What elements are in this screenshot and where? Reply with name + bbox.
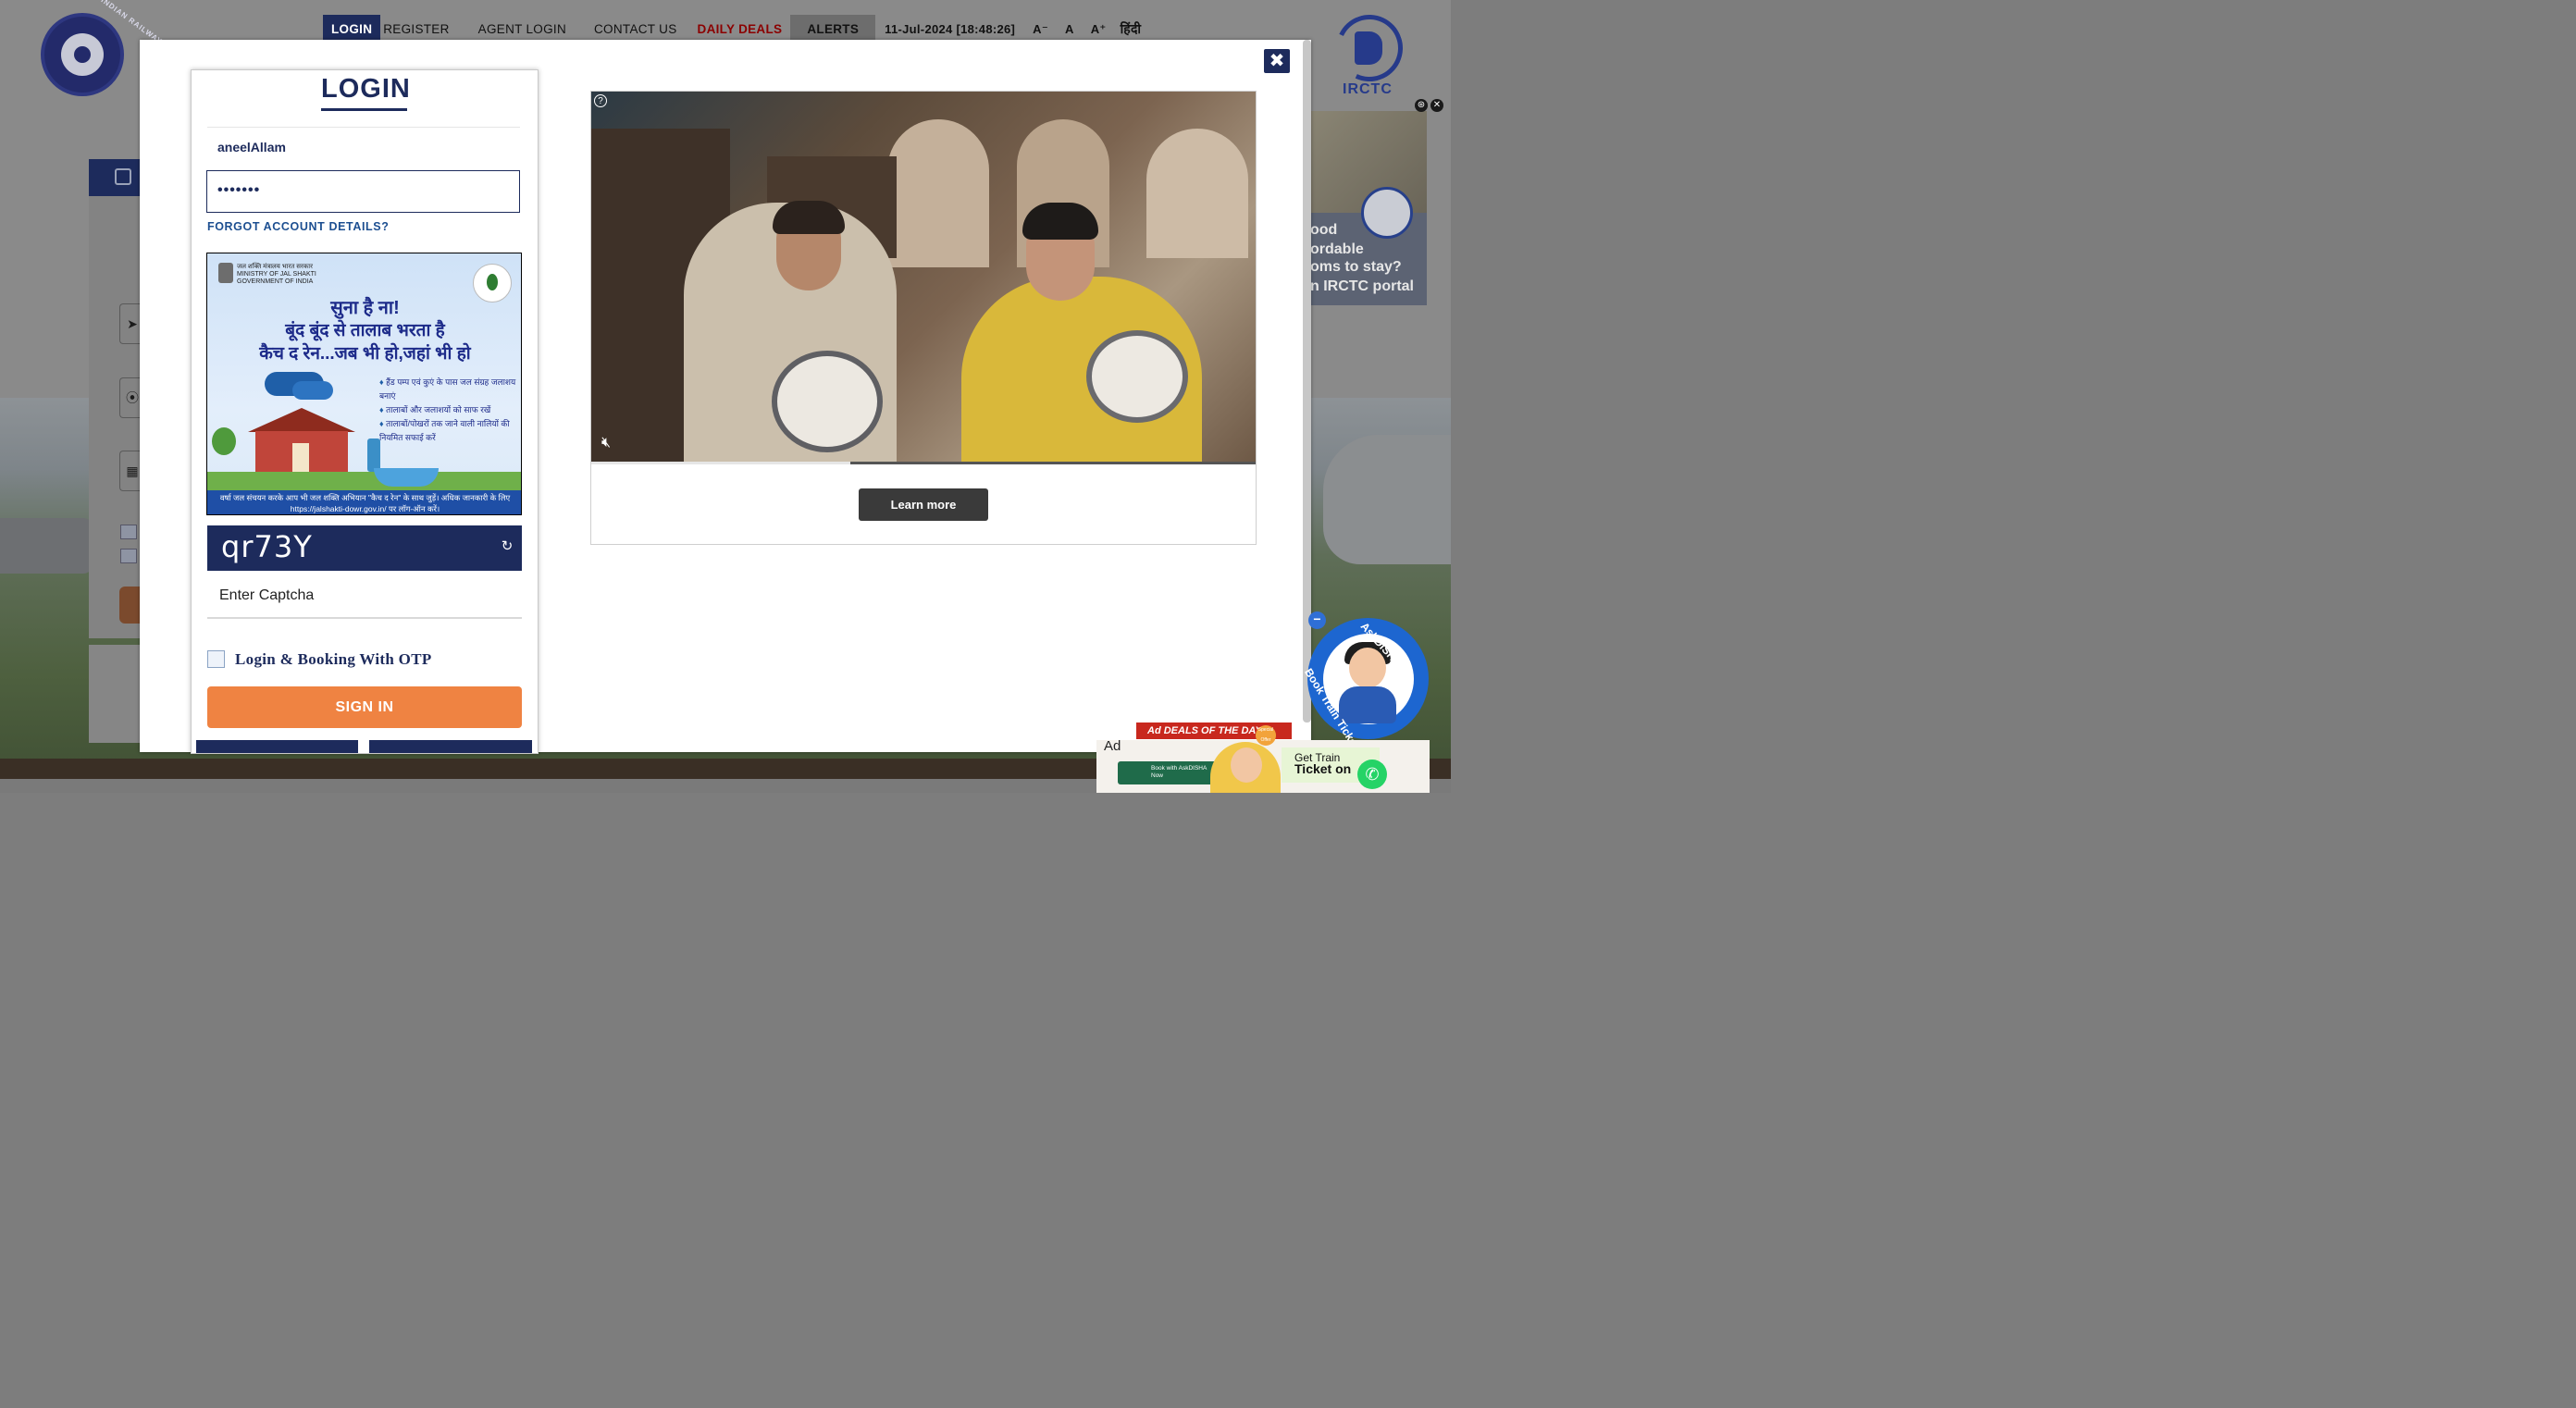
font-decrease-button[interactable]: A⁻ (1024, 15, 1057, 42)
nav-register[interactable]: REGISTER (380, 15, 468, 42)
secondary-button-left[interactable] (196, 740, 358, 753)
server-datetime: 11-Jul-2024 [18:48:26] (885, 22, 1016, 36)
ground (207, 472, 521, 490)
ad-choices-icon[interactable]: ⊛ (1415, 99, 1428, 112)
government-emblem-icon (218, 263, 233, 283)
promo-bullet: तालाबों/पोखरों तक जाने वाली नालियों की न… (379, 417, 518, 445)
otp-checkbox-label[interactable]: Login & Booking With OTP (235, 650, 432, 669)
clipboard-icon (115, 168, 131, 185)
whatsapp-icon: ✆ (1357, 760, 1387, 789)
tree-icon (212, 427, 236, 455)
bg-checkbox-2[interactable] (120, 549, 137, 563)
help-icon[interactable]: ? (594, 94, 607, 107)
rain-cloud-icon-2 (292, 381, 333, 400)
video-person-1-hair (773, 201, 845, 234)
promo-bullet: हैंड पम्प एवं कुएं के पास जल संग्रह जलाश… (379, 376, 518, 403)
username-input[interactable]: aneelAllam (207, 128, 520, 167)
promo-bullet: तालाबों और जलाशयों को साफ रखें (379, 403, 518, 417)
indian-railways-logo[interactable]: INDIAN RAILWAYS (41, 0, 168, 96)
book-with-askdisha-pill: Book with AskDISHA Now (1118, 761, 1220, 784)
font-normal-button[interactable]: A (1057, 15, 1083, 42)
logo-emblem-center (74, 46, 91, 63)
forgot-account-details-link[interactable]: FORGOT ACCOUNT DETAILS? (207, 220, 389, 233)
learn-more-button[interactable]: Learn more (859, 488, 988, 521)
otp-checkbox[interactable] (207, 650, 225, 668)
secondary-button-right[interactable] (369, 740, 532, 753)
sign-in-button[interactable]: SIGN IN (207, 686, 522, 728)
minimize-icon[interactable]: − (1308, 611, 1326, 629)
background-train-left (0, 518, 93, 574)
ad-close-icon[interactable]: ✕ (1430, 99, 1443, 112)
side-ad-line-4: n IRCTC portal (1310, 278, 1414, 294)
ad-label: Ad (1104, 738, 1121, 754)
promo-heading-1: सुना है ना! (330, 298, 400, 318)
video-arch (1146, 129, 1248, 258)
location-pin-icon: ⦿ (126, 390, 139, 405)
promo-heading-3: कैच द रेन...जब भी हो,जहां भी हो (259, 344, 471, 364)
side-ad-irctc-logo (1361, 187, 1413, 239)
promo-ministry-text: जल शक्ति मंत्रालय भारत सरकार MINISTRY OF… (237, 264, 316, 285)
top-nav: LOGIN REGISTER AGENT LOGIN CONTACT US DA… (323, 15, 1146, 42)
language-hindi-link[interactable]: हिंदी (1115, 15, 1147, 42)
login-title: LOGIN (321, 74, 411, 104)
nav-agent-login[interactable]: AGENT LOGIN (469, 15, 587, 42)
askdisha-avatar-body (1339, 686, 1396, 723)
background-train-right (1323, 435, 1451, 564)
captcha-input[interactable]: Enter Captcha (207, 574, 522, 619)
refresh-icon[interactable]: ↻ (500, 539, 514, 554)
irctc-logo[interactable]: IRCTC (1326, 5, 1413, 102)
bg-checkbox-1[interactable] (120, 525, 137, 539)
house-roof (248, 408, 355, 432)
booking-panel-lower (89, 645, 144, 743)
video-drum-1 (772, 351, 883, 452)
video-ad-player[interactable] (591, 92, 1256, 464)
side-ad-line-2: ordable (1310, 241, 1364, 257)
modal-close-button[interactable]: ✖ (1264, 49, 1290, 73)
ad-mascot-face (1231, 747, 1262, 783)
nav-alerts[interactable]: ALERTS (790, 15, 876, 42)
close-icon: ✖ (1269, 51, 1285, 71)
font-increase-button[interactable]: A⁺ (1083, 15, 1115, 42)
ticket-on-text: Ticket on (1294, 761, 1352, 776)
video-progress-fill (591, 462, 851, 464)
promo-footer: वर्षा जल संचयन करके आप भी जल शक्ति अभिया… (207, 490, 521, 514)
irctc-logo-mark (1355, 31, 1382, 65)
house-door (292, 443, 309, 472)
side-ad-line-3: oms to stay? (1310, 259, 1402, 275)
water-tank (367, 438, 380, 472)
side-ad-line-1: ood (1310, 222, 1338, 238)
jal-shakti-promo-banner[interactable]: जल शक्ति मंत्रालय भारत सरकार MINISTRY OF… (206, 253, 522, 515)
water-pit (374, 468, 439, 487)
video-person-2-hair (1022, 203, 1098, 240)
nav-contact-us[interactable]: CONTACT US (587, 15, 689, 42)
nav-login[interactable]: LOGIN (323, 15, 381, 42)
promo-bullets: हैंड पम्प एवं कुएं के पास जल संग्रह जलाश… (379, 376, 518, 445)
grid-icon: ▦ (126, 463, 139, 478)
promo-heading-2: बूंद बूंद से तालाब भरता है (285, 321, 445, 340)
special-offer-badge: Special Offer (1256, 725, 1276, 746)
irctc-logo-text: IRCTC (1343, 81, 1393, 97)
video-drum-2 (1086, 330, 1188, 423)
login-title-underline (321, 108, 407, 111)
muted-speaker-icon[interactable]: 🔇︎ (601, 435, 611, 451)
send-icon: ➤ (127, 316, 138, 331)
password-input[interactable]: ••••••• (206, 170, 520, 213)
nav-daily-deals[interactable]: DAILY DEALS (689, 15, 791, 42)
captcha-text: qr73Y (221, 529, 313, 564)
water-drop-icon (487, 274, 498, 290)
video-arch (887, 119, 989, 267)
side-ad-banner[interactable]: ood ordable oms to stay? n IRCTC portal (1310, 111, 1427, 305)
